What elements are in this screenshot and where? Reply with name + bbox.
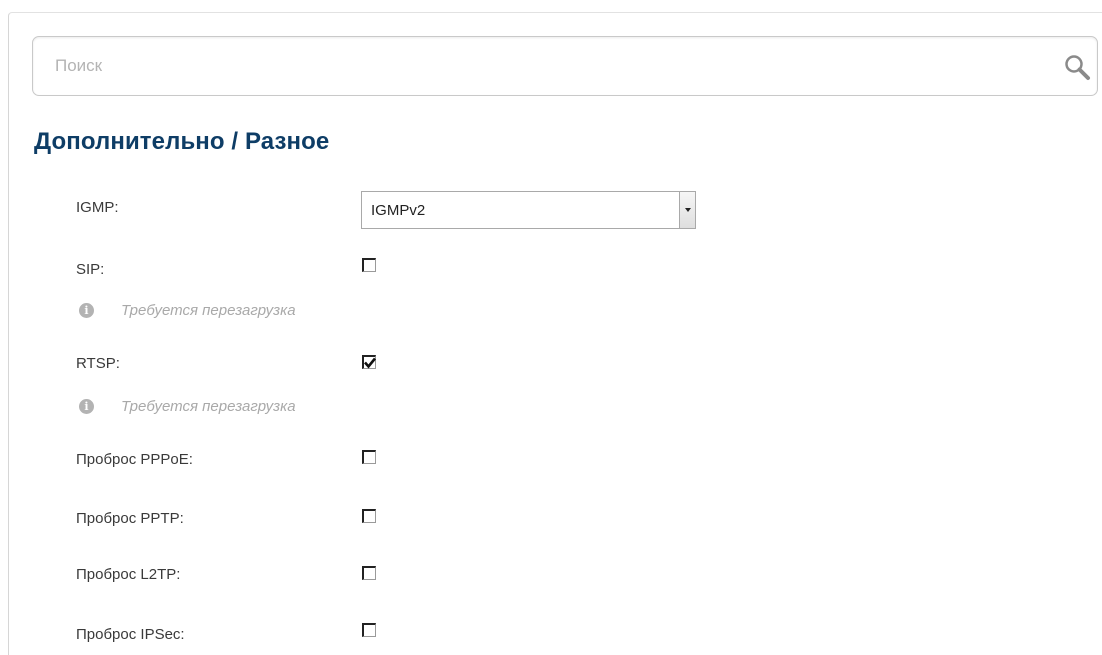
search-input[interactable]	[33, 37, 1033, 95]
pptp-passthrough-label: Проброс PPTP:	[76, 510, 184, 527]
chevron-down-icon[interactable]	[679, 192, 695, 228]
rtsp-checkbox[interactable]	[362, 355, 377, 369]
search-box[interactable]	[32, 36, 1098, 96]
info-icon: i	[79, 399, 94, 414]
content-panel	[8, 12, 1102, 655]
l2tp-passthrough-label: Проброс L2TP:	[76, 566, 181, 583]
sip-hint-text: Требуется перезагрузка	[121, 302, 296, 319]
pptp-passthrough-checkbox[interactable]	[362, 509, 376, 523]
pppoe-passthrough-label: Проброс PPPoE:	[76, 451, 193, 468]
igmp-label: IGMP:	[76, 199, 119, 216]
checkmark-icon	[364, 357, 377, 369]
page-title: Дополнительно / Разное	[34, 128, 330, 155]
l2tp-passthrough-checkbox[interactable]	[362, 566, 376, 580]
sip-checkbox[interactable]	[362, 258, 376, 272]
rtsp-label: RTSP:	[76, 355, 120, 372]
info-icon: i	[79, 303, 94, 318]
pppoe-passthrough-checkbox[interactable]	[362, 450, 376, 464]
ipsec-passthrough-checkbox[interactable]	[362, 623, 376, 637]
search-icon[interactable]	[1063, 53, 1093, 83]
sip-label: SIP:	[76, 261, 105, 278]
ipsec-passthrough-label: Проброс IPSec:	[76, 626, 185, 643]
igmp-select[interactable]: IGMPv2	[361, 191, 696, 229]
igmp-select-value: IGMPv2	[371, 202, 426, 219]
rtsp-hint-text: Требуется перезагрузка	[121, 398, 296, 415]
